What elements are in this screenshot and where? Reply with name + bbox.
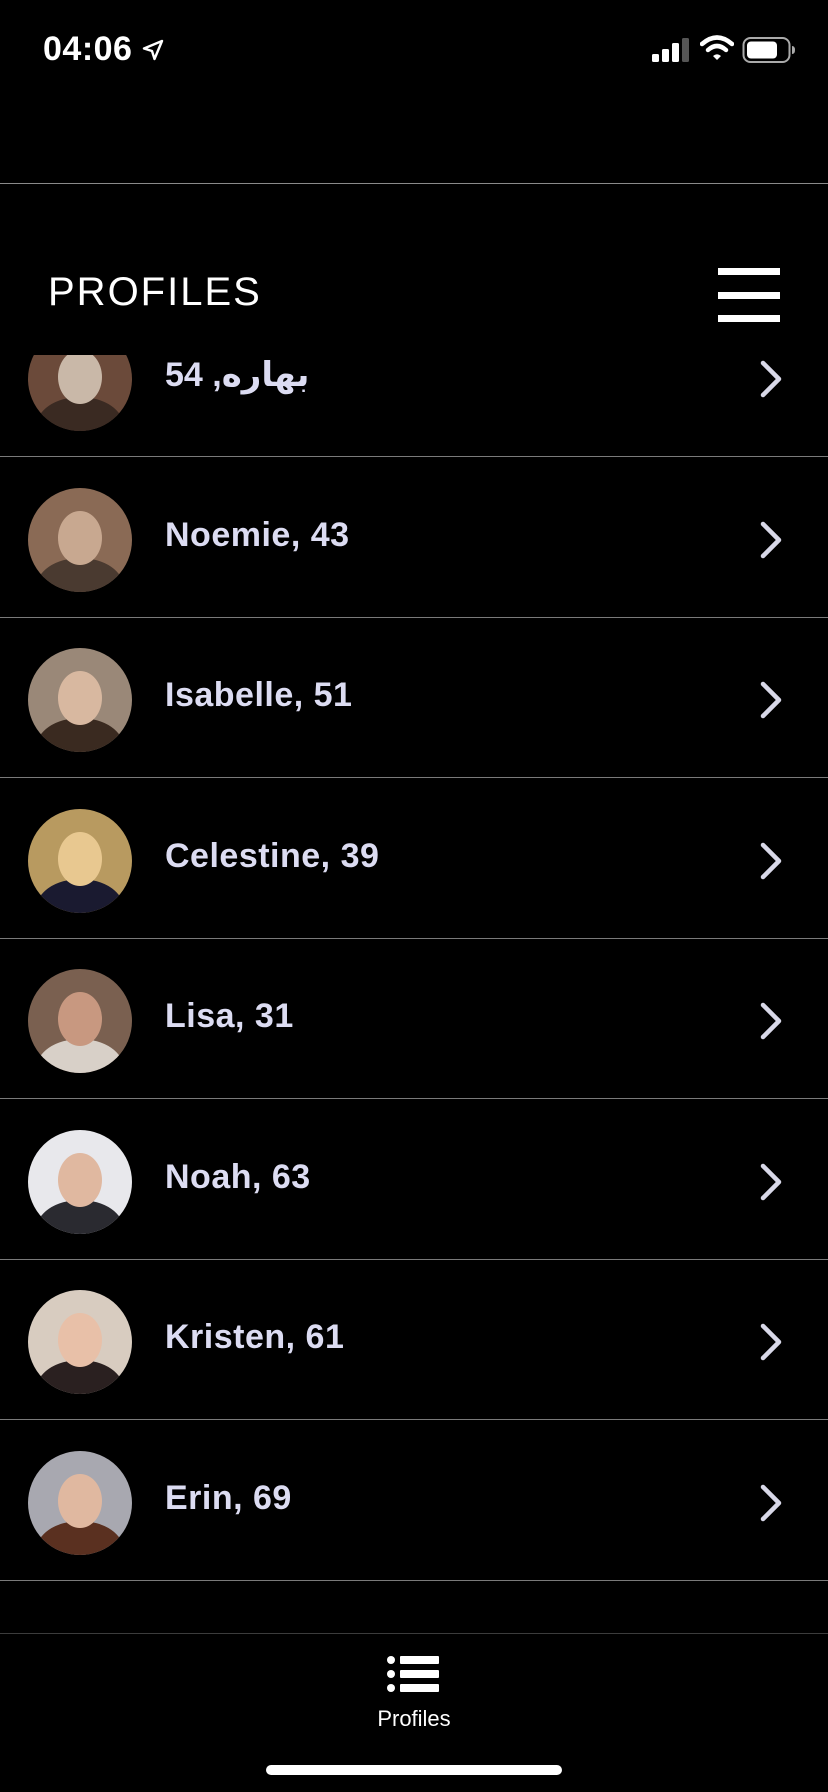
top-divider [0,183,828,184]
wifi-icon [700,35,734,60]
profile-row[interactable]: Celestine, 39 [0,779,828,939]
chevron-right-icon [760,1163,782,1200]
profile-list[interactable]: بهاره, 54 Noemie, 43 Isabelle, 51 Celestine… [0,355,828,1633]
chevron-right-icon [760,360,782,398]
tab-bar: Profiles [0,1633,828,1792]
list-icon [387,1656,439,1692]
profile-name: Erin, 69 [165,1478,292,1517]
profile-name: Kristen, 61 [165,1318,345,1356]
page-title: PROFILES [48,270,262,314]
tab-label: Profiles [377,1706,451,1731]
avatar [28,487,132,592]
avatar [28,648,132,752]
location-arrow-icon [142,39,164,61]
profile-row[interactable]: Isabelle, 51 [0,618,828,778]
avatar [28,355,132,431]
profile-row[interactable]: Noah, 63 [0,1100,828,1260]
profile-name: Noah, 63 [165,1157,311,1196]
profile-name: Lisa, 31 [165,997,294,1035]
status-bar: 04:06 [0,0,828,100]
profile-row[interactable]: بهاره, 54 [0,355,828,457]
chevron-right-icon [760,1002,782,1040]
profile-row[interactable]: Noemie, 43 [0,458,828,618]
tab-profiles[interactable]: Profiles [354,1654,474,1734]
avatar [28,808,132,913]
profile-row[interactable]: Kristen, 61 [0,1260,828,1420]
chevron-right-icon [760,1323,782,1361]
home-indicator[interactable] [266,1765,562,1775]
chevron-right-icon [760,521,782,558]
profile-name: Isabelle, 51 [165,676,353,714]
profile-row[interactable]: Erin, 69 [0,1421,828,1581]
chevron-right-icon [760,681,782,719]
avatar [28,1450,132,1555]
chevron-right-icon [760,1484,782,1521]
cellular-signal-icon [652,38,689,62]
chevron-right-icon [760,842,782,879]
profile-row[interactable]: Lisa, 31 [0,939,828,1099]
battery-icon [742,37,795,63]
profile-name: Celestine, 39 [165,836,380,875]
avatar [28,969,132,1073]
avatar [28,1129,132,1234]
hamburger-menu-icon[interactable] [718,268,780,322]
profile-name: بهاره, 54 [165,356,310,394]
status-time: 04:06 [43,30,133,68]
profile-name: Noemie, 43 [165,515,350,554]
avatar [28,1290,132,1394]
